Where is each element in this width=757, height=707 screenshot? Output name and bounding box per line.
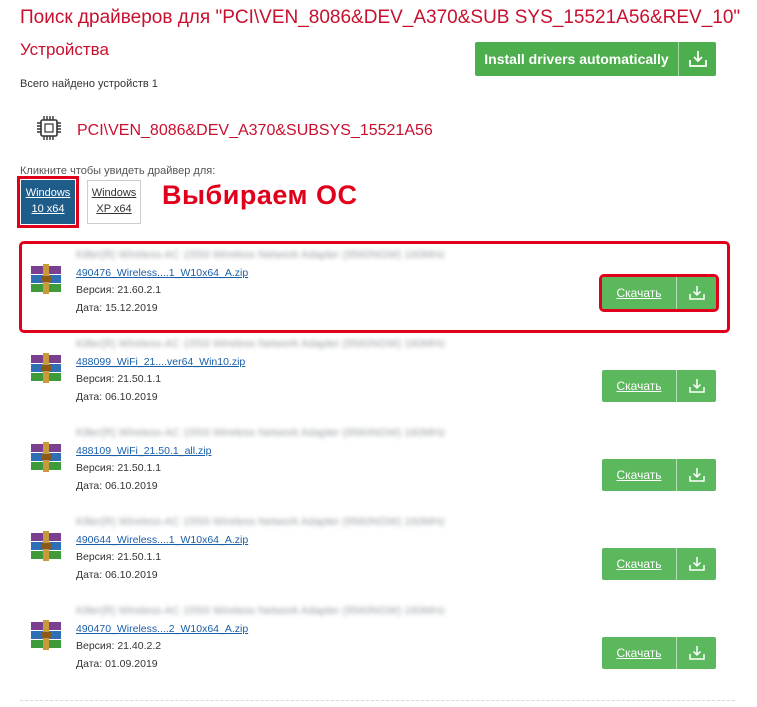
driver-list-item: Killer(R) Wireless-AC 1550i Wireless Net… [28, 334, 718, 414]
driver-file-link[interactable]: 490470_Wireless....2_W10x64_A.zip [76, 623, 248, 635]
section-title-devices: Устройства [20, 40, 109, 59]
download-button[interactable]: Скачать [602, 459, 716, 491]
device-name: PCI\VEN_8086&DEV_A370&SUBSYS_15521A56 [77, 121, 433, 139]
driver-list-item: Killer(R) Wireless-AC 1550i Wireless Net… [28, 601, 718, 681]
os-option-windows-10-x64[interactable]: Windows 10 x64 [17, 176, 79, 228]
driver-date: Дата: 06.10.2019 [76, 391, 158, 403]
winrar-archive-icon [28, 263, 66, 302]
os-option-line2: 10 x64 [31, 203, 65, 215]
driver-date: Дата: 01.09.2019 [76, 658, 158, 670]
download-button-label: Скачать [616, 286, 662, 300]
install-drivers-automatically-button[interactable]: Install drivers automatically [475, 42, 716, 76]
driver-date: Дата: 06.10.2019 [76, 569, 158, 581]
driver-name: Killer(R) Wireless-AC 1550i Wireless Net… [76, 605, 446, 617]
driver-version: Версия: 21.40.2.2 [76, 640, 162, 652]
driver-version: Версия: 21.50.1.1 [76, 373, 162, 385]
winrar-archive-icon [28, 352, 66, 391]
download-button-label: Скачать [616, 379, 662, 393]
page-title: Поиск драйверов для "PCI\VEN_8086&DEV_A3… [20, 7, 741, 28]
driver-list-item: Killer(R) Wireless-AC 1550i Wireless Net… [28, 245, 719, 325]
download-icon [676, 277, 716, 309]
download-button[interactable]: Скачать [602, 637, 716, 669]
download-icon [678, 42, 716, 76]
driver-file-link[interactable]: 488109_WiFi_21.50.1_all.zip [76, 445, 211, 457]
driver-file-link[interactable]: 488099_WiFi_21....ver64_Win10.zip [76, 356, 245, 368]
annotation-choose-os: Выбираем ОС [162, 180, 358, 210]
winrar-archive-icon [28, 530, 66, 569]
driver-file-link[interactable]: 490476_Wireless....1_W10x64_A.zip [76, 267, 248, 279]
download-button-label: Скачать [616, 646, 662, 660]
driver-version: Версия: 21.50.1.1 [76, 462, 162, 474]
driver-name: Killer(R) Wireless-AC 1550i Wireless Net… [76, 427, 446, 439]
os-select-hint: Кликните чтобы увидеть драйвер для: [20, 165, 216, 177]
driver-version: Версия: 21.60.2.1 [76, 284, 162, 296]
winrar-archive-icon [28, 619, 66, 658]
download-button[interactable]: Скачать [602, 548, 716, 580]
driver-name: Killer(R) Wireless-AC 1550i Wireless Net… [76, 516, 446, 528]
device-row: PCI\VEN_8086&DEV_A370&SUBSYS_15521A56 [33, 112, 433, 149]
download-button-label: Скачать [616, 557, 662, 571]
list-bottom-divider [20, 700, 735, 701]
driver-list-item: Killer(R) Wireless-AC 1550i Wireless Net… [28, 512, 718, 592]
driver-name: Killer(R) Wireless-AC 1550i Wireless Net… [76, 338, 446, 350]
download-icon [676, 459, 716, 491]
download-button[interactable]: Скачать [602, 370, 716, 402]
chip-icon [33, 112, 65, 149]
download-button[interactable]: Скачать [599, 274, 719, 312]
os-option-windows-xp-x64[interactable]: Windows XP x64 [87, 180, 141, 224]
os-option-line1: Windows [91, 187, 137, 200]
winrar-archive-icon [28, 441, 66, 480]
driver-date: Дата: 06.10.2019 [76, 480, 158, 492]
os-option-line2: XP x64 [96, 203, 132, 215]
devices-found-count: Всего найдено устройств 1 [20, 78, 158, 90]
download-button-label: Скачать [616, 468, 662, 482]
driver-file-link[interactable]: 490644_Wireless....1_W10x64_A.zip [76, 534, 248, 546]
download-icon [676, 637, 716, 669]
download-icon [676, 548, 716, 580]
install-button-label: Install drivers automatically [484, 51, 669, 67]
driver-version: Версия: 21.50.1.1 [76, 551, 162, 563]
download-icon [676, 370, 716, 402]
os-option-line1: Windows [25, 187, 71, 200]
driver-date: Дата: 15.12.2019 [76, 302, 158, 314]
driver-list-item: Killer(R) Wireless-AC 1550i Wireless Net… [28, 423, 718, 503]
driver-name: Killer(R) Wireless-AC 1550i Wireless Net… [76, 249, 446, 261]
